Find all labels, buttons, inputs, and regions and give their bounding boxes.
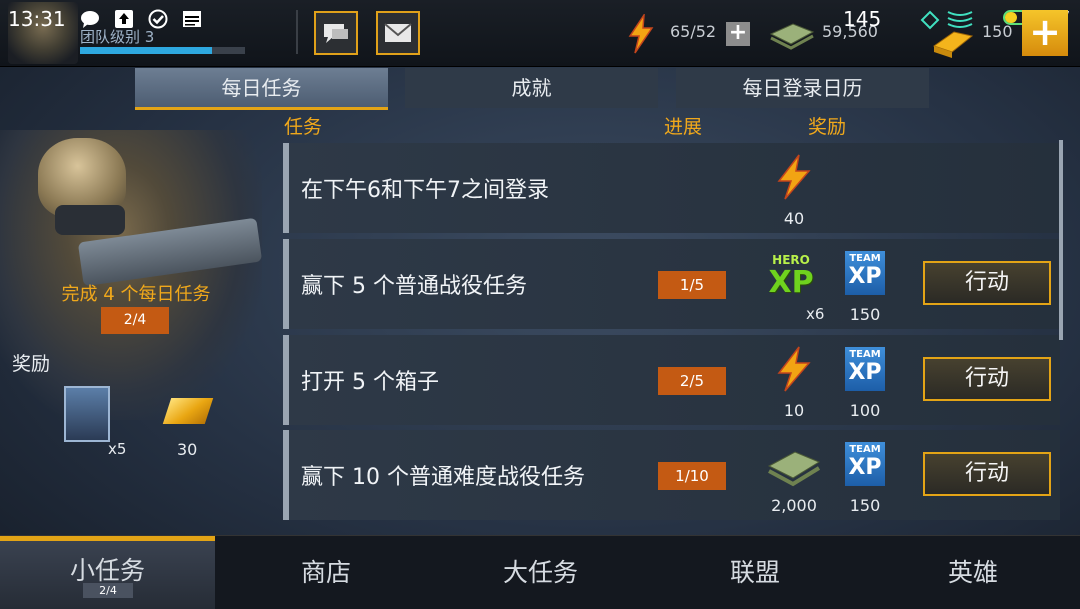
reward-value: 150	[849, 496, 881, 515]
action-button[interactable]: 行动	[923, 357, 1051, 401]
task-progress: 1/10	[658, 462, 726, 490]
hero-visor	[55, 205, 125, 235]
nav-label: 联盟	[729, 558, 780, 587]
daily-goal-title: 完成 4 个每日任务	[61, 284, 211, 305]
task-row: 赢下 5 个普通战役任务 1/5 HERO XP x6 TEAM XP 150 行动	[283, 239, 1060, 329]
gold-reward-icon	[162, 398, 214, 424]
news-icon	[183, 11, 201, 27]
add-energy-button[interactable]: +	[726, 22, 750, 46]
chat-icon	[324, 24, 348, 43]
reward-label: 奖励	[12, 353, 51, 375]
cash-icon	[767, 451, 821, 487]
mail-button[interactable]	[376, 11, 420, 55]
action-button[interactable]: 行动	[923, 452, 1051, 496]
task-row: 赢下 10 个普通难度战役任务 1/10 2,000 TEAM XP 150 行动	[283, 430, 1060, 520]
mail-icon	[384, 23, 412, 42]
energy-count: 65/52	[670, 22, 717, 41]
nav-label: 商店	[300, 558, 351, 587]
add-gold-button[interactable]: +	[1022, 10, 1068, 56]
column-header-progress: 进展	[664, 116, 703, 138]
cash-icon	[769, 23, 815, 50]
task-name: 打开 5 个箱子	[301, 370, 439, 395]
reward-value: 150	[849, 305, 881, 324]
hero-card-reward-icon[interactable]	[64, 386, 110, 442]
team-xp-icon: TEAM XP	[845, 251, 885, 295]
reward-value: 10	[783, 401, 805, 420]
task-progress: 1/5	[658, 271, 726, 299]
task-row: 打开 5 个箱子 2/5 10 TEAM XP 100 行动	[283, 335, 1060, 425]
chat-button[interactable]	[314, 11, 358, 55]
task-name: 赢下 5 个普通战役任务	[301, 274, 527, 299]
energy-bolt-icon	[777, 154, 811, 200]
tab-label: 每日登录日历	[742, 76, 863, 100]
task-progress: 2/5	[658, 367, 726, 395]
nav-label: 英雄	[947, 558, 998, 587]
team-xp-icon: TEAM XP	[845, 442, 885, 486]
column-header-task: 任务	[284, 116, 323, 138]
energy-bolt-icon	[628, 14, 654, 54]
gold-bar-icon	[932, 31, 974, 58]
nav-heroes[interactable]: 英雄	[866, 536, 1080, 609]
top-bar: 13:31 团队级别 3 65/52 + 59,560 145 150 47 +	[0, 0, 1080, 67]
task-name: 赢下 10 个普通难度战役任务	[301, 465, 585, 490]
reward-value: 2,000	[771, 496, 817, 515]
team-xp-bar	[80, 47, 245, 54]
nav-quests[interactable]: 大任务	[437, 536, 644, 609]
nav-alliance[interactable]: 联盟	[644, 536, 866, 609]
signal-speed: 145	[843, 7, 882, 31]
bottom-nav: 小任务 商店 大任务 联盟 英雄	[0, 535, 1080, 609]
nav-missions[interactable]: 小任务	[0, 536, 215, 609]
nav-missions-badge: 2/4	[83, 583, 133, 598]
divider	[296, 10, 298, 54]
team-xp-icon: TEAM XP	[845, 347, 885, 391]
team-level: 团队级别 3	[80, 28, 155, 46]
nav-label: 大任务	[502, 558, 578, 587]
reward-value: x6	[806, 305, 825, 323]
reward-value: 40	[783, 209, 805, 228]
daily-goal-progress: 2/4	[101, 307, 169, 334]
gold-count: 150	[982, 22, 1013, 41]
tab-achievements[interactable]: 成就	[405, 68, 658, 108]
tab-daily-missions[interactable]: 每日任务	[135, 68, 388, 110]
hero-xp-icon: HERO XP	[768, 253, 814, 300]
tab-label: 每日任务	[221, 76, 302, 100]
task-row: 在下午6和下午7之间登录 40	[283, 143, 1060, 233]
task-name: 在下午6和下午7之间登录	[301, 178, 549, 203]
hero-card-reward-qty: x5	[108, 440, 127, 458]
column-header-reward: 奖励	[808, 116, 847, 138]
task-list-scrollbar[interactable]	[1059, 140, 1063, 340]
tab-label: 成就	[511, 76, 552, 100]
action-button[interactable]: 行动	[923, 261, 1051, 305]
reward-value: 100	[849, 401, 881, 420]
gold-reward-qty: 30	[177, 440, 198, 459]
nav-label: 小任务	[69, 556, 145, 585]
energy-bolt-icon	[777, 346, 811, 392]
tab-login-calendar[interactable]: 每日登录日历	[676, 68, 929, 108]
status-time: 13:31	[8, 7, 66, 31]
nav-shop[interactable]: 商店	[215, 536, 437, 609]
team-xp-fill	[80, 47, 212, 54]
